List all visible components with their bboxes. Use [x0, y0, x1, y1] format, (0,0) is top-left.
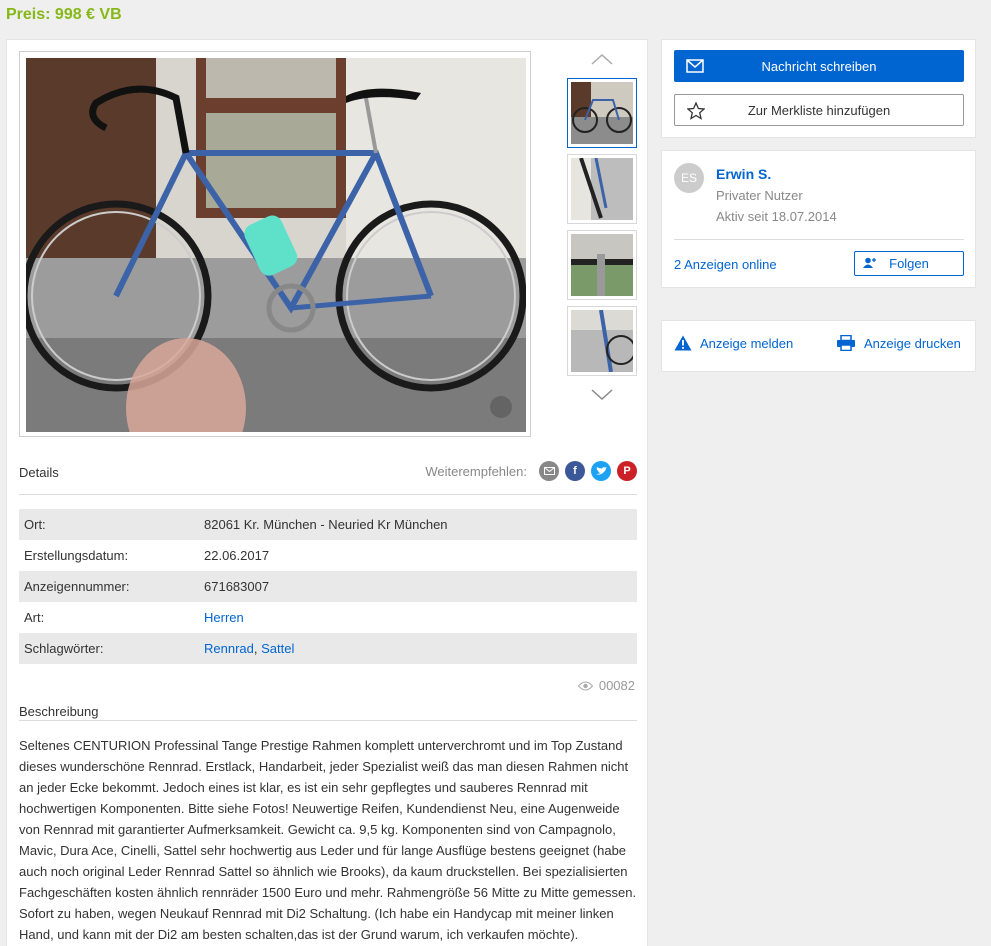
actions-card: Anzeige melden Anzeige drucken — [661, 320, 976, 372]
description-title: Beschreibung — [19, 704, 99, 719]
share-bar: Weiterempfehlen: f P — [425, 461, 637, 481]
tag-link-sattel[interactable]: Sattel — [261, 641, 294, 656]
attribute-row-location: Ort: 82061 Kr. München - Neuried Kr Münc… — [19, 509, 637, 540]
message-button[interactable]: Nachricht schreiben — [674, 50, 964, 82]
ads-online-link[interactable]: 2 Anzeigen online — [674, 257, 777, 272]
envelope-icon — [686, 59, 704, 73]
watchlist-button-label: Zur Merkliste hinzufügen — [747, 102, 891, 118]
follow-button[interactable]: Folgen — [854, 251, 964, 276]
seller-card: ES Erwin S. Privater Nutzer Aktiv seit 1… — [661, 150, 976, 288]
main-photo[interactable] — [26, 58, 526, 432]
attribute-row-tags: Schlagwörter: Rennrad, Sattel — [19, 633, 637, 664]
main-photo-frame[interactable] — [19, 51, 531, 437]
bike-photo-image — [26, 58, 526, 432]
print-ad-link[interactable]: Anzeige drucken — [836, 335, 961, 351]
facebook-share-icon[interactable]: f — [565, 461, 585, 481]
attribute-key: Erstellungsdatum: — [24, 548, 129, 563]
star-icon — [687, 102, 705, 120]
share-label: Weiterempfehlen: — [425, 463, 527, 479]
thumbnails-up-arrow-icon[interactable] — [566, 46, 638, 72]
details-header: Details Weiterempfehlen: f P — [19, 461, 637, 495]
type-link[interactable]: Herren — [204, 610, 244, 625]
print-ad-label: Anzeige drucken — [864, 335, 961, 351]
description-header: Beschreibung — [19, 688, 637, 721]
attribute-key: Anzeigennummer: — [24, 579, 130, 594]
avatar: ES — [674, 163, 704, 193]
thumbnail-4[interactable] — [567, 306, 637, 376]
attribute-row-ad-number: Anzeigennummer: 671683007 — [19, 571, 637, 602]
attribute-row-created: Erstellungsdatum: 22.06.2017 — [19, 540, 637, 571]
add-user-icon — [863, 257, 876, 268]
warning-icon — [674, 335, 692, 351]
thumbnail-1[interactable] — [567, 78, 637, 148]
attribute-row-type: Art: Herren — [19, 602, 637, 633]
thumbnail-3[interactable] — [567, 230, 637, 300]
description-text: Seltenes CENTURION Professinal Tange Pre… — [19, 738, 637, 942]
thumbnail-fork-image — [571, 158, 633, 220]
attribute-value: 671683007 — [204, 579, 270, 594]
watchlist-button[interactable]: Zur Merkliste hinzufügen — [674, 94, 964, 126]
thumbnail-strip — [566, 46, 638, 408]
printer-icon — [837, 335, 855, 351]
email-share-icon[interactable] — [539, 461, 559, 481]
seller-active-since: Aktiv seit 18.07.2014 — [716, 209, 837, 224]
attribute-key: Art: — [24, 610, 45, 625]
thumbnail-frame-image — [571, 310, 633, 372]
zoom-icon[interactable] — [490, 396, 512, 418]
pinterest-share-icon[interactable]: P — [617, 461, 637, 481]
seller-name[interactable]: Erwin S. — [716, 166, 771, 182]
attribute-key: Ort: — [24, 517, 46, 532]
attributes-table: Ort: 82061 Kr. München - Neuried Kr Münc… — [19, 509, 637, 664]
listing-card: Details Weiterempfehlen: f P Ort: 82061 … — [6, 39, 648, 946]
thumbnail-bike-image — [571, 82, 633, 144]
thumbnail-handlebar-image — [571, 234, 633, 296]
attribute-key: Schlagwörter: — [24, 641, 104, 656]
attribute-value: 82061 Kr. München - Neuried Kr München — [204, 517, 448, 532]
message-button-label: Nachricht schreiben — [761, 58, 877, 74]
tag-link-rennrad[interactable]: Rennrad — [204, 641, 254, 656]
contact-card: Nachricht schreiben Zur Merkliste hinzuf… — [661, 39, 976, 138]
twitter-share-icon[interactable] — [591, 461, 611, 481]
thumbnail-2[interactable] — [567, 154, 637, 224]
thumbnails-down-arrow-icon[interactable] — [566, 382, 638, 408]
follow-button-label: Folgen — [889, 256, 929, 271]
divider — [674, 239, 964, 240]
details-title: Details — [19, 465, 59, 480]
price-label: Preis: 998 € VB — [6, 6, 122, 23]
report-ad-label: Anzeige melden — [700, 335, 794, 351]
report-ad-link[interactable]: Anzeige melden — [674, 335, 793, 351]
attribute-value: 22.06.2017 — [204, 548, 270, 563]
seller-type: Privater Nutzer — [716, 188, 803, 203]
